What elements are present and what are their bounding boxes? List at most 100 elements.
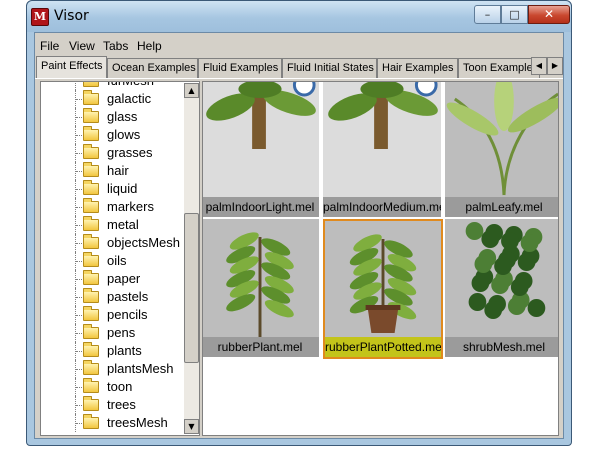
- thumbnail-caption: palmIndoorLight.mel: [203, 197, 319, 217]
- folder-icon: [83, 126, 99, 141]
- tree-item-glows[interactable]: glows: [41, 126, 181, 144]
- brush-thumbnail[interactable]: shrubMesh.mel: [445, 219, 558, 359]
- tree-item-label: glass: [107, 109, 138, 124]
- tree-scrollbar[interactable]: ▲ ▼: [184, 83, 199, 434]
- brush-thumbnail-grid: palmIndoorLight.mel palmIndoorMedium.mel p…: [202, 81, 559, 436]
- folder-icon: [83, 82, 99, 87]
- tree-item-label: objectsMesh: [107, 235, 180, 250]
- tab-scroll-right-icon[interactable]: ▶: [547, 57, 563, 75]
- window-title: Visor: [54, 8, 89, 24]
- brush-thumbnail[interactable]: rubberPlantPotted.mel: [323, 219, 443, 359]
- folder-icon: [83, 252, 99, 267]
- tree-item-treesMesh[interactable]: treesMesh: [41, 414, 181, 432]
- brush-thumbnail[interactable]: palmIndoorMedium.mel: [323, 82, 443, 219]
- maya-icon[interactable]: M: [31, 8, 49, 26]
- folder-icon: [83, 198, 99, 213]
- tree-item-markers[interactable]: markers: [41, 198, 181, 216]
- menu-tabs[interactable]: Tabs: [100, 37, 131, 55]
- folder-icon: [83, 414, 99, 429]
- tree-item-label: plants: [107, 343, 142, 358]
- scroll-down-icon[interactable]: ▼: [184, 419, 199, 434]
- tree-item-paper[interactable]: paper: [41, 270, 181, 288]
- tab-toon-examples[interactable]: Toon Examples: [458, 58, 540, 78]
- folder-icon: [83, 180, 99, 195]
- tree-item-pens[interactable]: pens: [41, 324, 181, 342]
- title-bar[interactable]: M Visor – □ ✕: [27, 1, 571, 32]
- scroll-up-icon[interactable]: ▲: [184, 83, 199, 98]
- folder-icon: [83, 216, 99, 231]
- folder-icon: [83, 90, 99, 105]
- tree-item-label: markers: [107, 199, 154, 214]
- brush-thumbnail[interactable]: palmIndoorLight.mel: [203, 82, 321, 219]
- tab-scroll-left-icon[interactable]: ◀: [531, 57, 547, 75]
- client-area: File View Tabs Help Paint Effects Ocean …: [34, 32, 564, 439]
- tree-item-glass[interactable]: glass: [41, 108, 181, 126]
- tree-item-liquid[interactable]: liquid: [41, 180, 181, 198]
- tree-item-toon[interactable]: toon: [41, 378, 181, 396]
- brush-thumbnail[interactable]: palmLeafy.mel: [445, 82, 558, 219]
- maximize-button[interactable]: □: [501, 5, 528, 24]
- menu-view[interactable]: View: [66, 37, 98, 55]
- tree-item-objectsMesh[interactable]: objectsMesh: [41, 234, 181, 252]
- tree-item-partial[interactable]: furMesh: [41, 82, 181, 90]
- tree-item-galactic[interactable]: galactic: [41, 90, 181, 108]
- folder-icon: [83, 270, 99, 285]
- thumbnail-caption: rubberPlantPotted.mel: [325, 337, 441, 357]
- tab-strip: Paint Effects Ocean Examples Fluid Examp…: [35, 56, 563, 79]
- tree-item-label: hair: [107, 163, 129, 178]
- folder-icon: [83, 342, 99, 357]
- folder-icon: [83, 108, 99, 123]
- tree-item-label: furMesh: [107, 82, 154, 90]
- tree-item-label: treesMesh: [107, 415, 168, 430]
- tree-item-label: oils: [107, 253, 127, 268]
- tree-item-plants[interactable]: plants: [41, 342, 181, 360]
- folder-icon: [83, 234, 99, 249]
- folder-tree: furMesh galactic glass glows grasses hair liq…: [40, 81, 200, 436]
- tree-item-label: liquid: [107, 181, 138, 196]
- visor-window: M Visor – □ ✕ File View Tabs Help Paint …: [26, 0, 572, 446]
- folder-icon: [83, 144, 99, 159]
- minimize-button[interactable]: –: [474, 5, 501, 24]
- tree-item-label: paper: [107, 271, 141, 286]
- tree-item-label: trees: [107, 397, 136, 412]
- tab-paint-effects[interactable]: Paint Effects: [36, 56, 107, 78]
- tab-hair-examples[interactable]: Hair Examples: [377, 58, 458, 78]
- menu-help[interactable]: Help: [134, 37, 165, 55]
- tree-item-label: glows: [107, 127, 141, 142]
- tree-item-grasses[interactable]: grasses: [41, 144, 181, 162]
- tree-item-label: pens: [107, 325, 136, 340]
- thumbnail-caption: palmLeafy.mel: [445, 197, 558, 217]
- tree-item-label: metal: [107, 217, 139, 232]
- folder-icon: [83, 162, 99, 177]
- tree-item-trees[interactable]: trees: [41, 396, 181, 414]
- tree-item-hair[interactable]: hair: [41, 162, 181, 180]
- brush-thumbnail[interactable]: rubberPlant.mel: [203, 219, 321, 359]
- tree-item-label: grasses: [107, 145, 153, 160]
- tab-ocean-examples[interactable]: Ocean Examples: [107, 58, 198, 78]
- folder-icon: [83, 306, 99, 321]
- tree-item-label: pencils: [107, 307, 148, 322]
- tree-item-label: pastels: [107, 289, 149, 304]
- tree-item-plantsMesh[interactable]: plantsMesh: [41, 360, 181, 378]
- thumbnail-caption: shrubMesh.mel: [445, 337, 558, 357]
- menu-file[interactable]: File: [37, 37, 62, 55]
- tree-item-pastels[interactable]: pastels: [41, 288, 181, 306]
- folder-icon: [83, 360, 99, 375]
- tab-fluid-examples[interactable]: Fluid Examples: [198, 58, 282, 78]
- folder-icon: [83, 378, 99, 393]
- menu-bar: File View Tabs Help: [35, 35, 563, 57]
- thumbnail-caption: rubberPlant.mel: [203, 337, 319, 357]
- tree-item-pencils[interactable]: pencils: [41, 306, 181, 324]
- tree-item-label: galactic: [107, 91, 152, 106]
- scroll-thumb[interactable]: [184, 213, 199, 363]
- thumbnail-caption: palmIndoorMedium.mel: [323, 197, 441, 217]
- folder-icon: [83, 396, 99, 411]
- tree-item-metal[interactable]: metal: [41, 216, 181, 234]
- tree-item-label: plantsMesh: [107, 361, 174, 376]
- folder-icon: [83, 324, 99, 339]
- tree-item-oils[interactable]: oils: [41, 252, 181, 270]
- tab-fluid-initial-states[interactable]: Fluid Initial States: [282, 58, 377, 78]
- tree-item-label: toon: [107, 379, 133, 394]
- close-button[interactable]: ✕: [528, 5, 570, 24]
- folder-icon: [83, 288, 99, 303]
